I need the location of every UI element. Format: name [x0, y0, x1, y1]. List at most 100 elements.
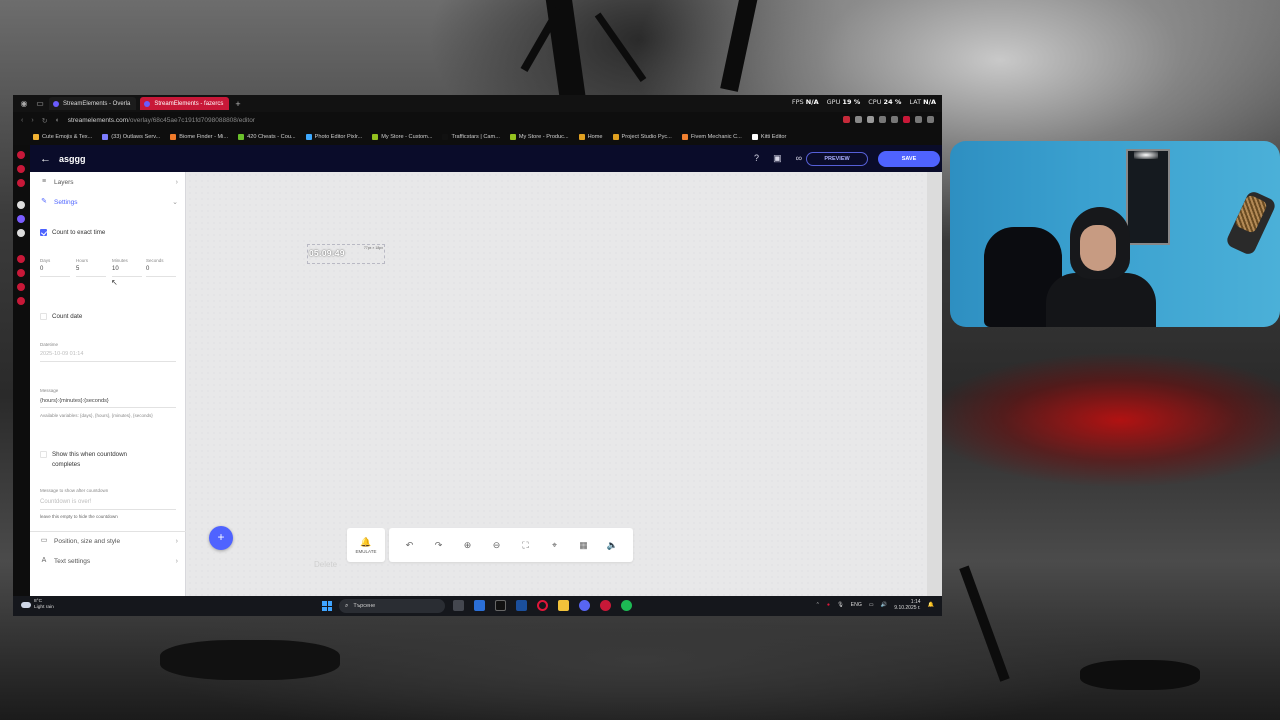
countdown-widget[interactable]: 05:09:49 77px × 18px	[307, 244, 385, 264]
browser-menu-icon[interactable]: ◉	[19, 99, 29, 109]
heart-icon[interactable]	[891, 116, 898, 123]
text-icon: A	[41, 557, 47, 564]
bookmark-item[interactable]: My Store - Produc...	[509, 134, 569, 140]
microphone-icon[interactable]: 🎙	[837, 602, 844, 608]
download-icon[interactable]	[915, 116, 922, 123]
text-settings-section[interactable]: A Text settings ›	[30, 551, 186, 571]
sidebar-app-icon[interactable]	[17, 215, 25, 223]
sidebar-app-icon[interactable]	[17, 165, 25, 173]
bookmark-item[interactable]: Home	[578, 134, 603, 140]
tab-streamelements-overlays[interactable]: StreamElements - Overla	[49, 97, 137, 110]
sidebar-app-icon[interactable]	[17, 283, 25, 291]
opera-gx-icon[interactable]	[537, 600, 548, 611]
bookmark-item[interactable]: (33) Outlaws Serv...	[102, 134, 160, 140]
count-exact-time-checkbox[interactable]: Count to exact time	[40, 229, 105, 236]
back-arrow-icon[interactable]: ‹	[21, 117, 23, 124]
reload-icon[interactable]: ↻	[42, 117, 48, 125]
redo-icon[interactable]: ↷	[428, 540, 449, 551]
text-settings-label: Text settings	[54, 557, 91, 565]
app-icon[interactable]	[495, 600, 506, 611]
windows-start-icon[interactable]	[322, 601, 332, 611]
sidebar-app-icon[interactable]	[17, 297, 25, 305]
grid-icon[interactable]: ▦	[573, 540, 594, 551]
app-icon[interactable]	[474, 600, 485, 611]
bookmark-item[interactable]: Cute Emojis & Tex...	[33, 134, 92, 140]
extension-icon[interactable]	[855, 116, 862, 123]
spotify-icon[interactable]	[621, 600, 632, 611]
add-widget-button[interactable]: +	[209, 526, 233, 550]
bookmark-item[interactable]: Photo Editor Pixlr...	[305, 134, 362, 140]
canvas-scrollbar[interactable]	[927, 172, 942, 596]
datetime-input[interactable]: 2025-10-09 01:14	[40, 351, 83, 357]
sidebar-app-icon[interactable]	[17, 201, 25, 209]
count-date-checkbox[interactable]: Count date	[40, 313, 82, 320]
back-arrow-icon[interactable]: ←	[40, 153, 51, 165]
message-after-countdown-input[interactable]: Countdown is over!	[40, 499, 91, 505]
play-icon[interactable]	[879, 116, 886, 123]
forward-arrow-icon[interactable]: ›	[31, 117, 33, 124]
tab-streamelements-editor[interactable]: StreamElements - fazercs	[140, 97, 230, 110]
emulate-button[interactable]: 🔔 EMULATE	[347, 528, 385, 562]
site-info-icon[interactable]: ◐	[56, 117, 60, 124]
url-field[interactable]: streamelements.com/overlay/68c45ae7c191f…	[68, 117, 255, 124]
menu-icon[interactable]	[927, 116, 934, 123]
zoom-in-icon[interactable]: ⊕	[457, 540, 478, 551]
bookmark-item[interactable]: Kitti Editor	[751, 134, 786, 140]
sidebar-app-icon[interactable]	[17, 151, 25, 159]
weather-widget[interactable]: 8°C Light rain	[21, 599, 54, 610]
hours-input[interactable]: 5	[76, 266, 79, 272]
taskbar-search[interactable]: ⌕ Търсене	[339, 599, 445, 613]
extension-icon[interactable]	[843, 116, 850, 123]
extension-icon[interactable]	[867, 116, 874, 123]
bookmark-item[interactable]: 420 Cheats - Cou...	[238, 134, 296, 140]
tray-app-icon[interactable]: ●	[827, 602, 830, 608]
new-tab-plus-icon[interactable]: +	[235, 99, 240, 109]
volume-icon[interactable]: 🔈	[602, 540, 623, 551]
clock[interactable]: 1:14 9.10.2025 г.	[894, 599, 920, 611]
sidebar-app-icon[interactable]	[17, 269, 25, 277]
notification-icon[interactable]: 🔔	[928, 602, 934, 608]
fit-screen-icon[interactable]: ⌖	[544, 540, 565, 551]
overlay-title[interactable]: asggg	[59, 154, 86, 164]
help-icon[interactable]: ?	[754, 153, 759, 163]
task-view-icon[interactable]	[453, 600, 464, 611]
checkbox-checked[interactable]	[40, 229, 47, 236]
save-button[interactable]: SAVE	[878, 151, 940, 167]
bookmark-item[interactable]: Fivem Mechanic C...	[681, 134, 742, 140]
network-icon[interactable]: ▭	[869, 602, 874, 608]
link-icon[interactable]: ∞	[796, 153, 802, 163]
vpn-icon[interactable]	[903, 116, 910, 123]
bookmark-item[interactable]: Trafficstars | Cam...	[442, 134, 500, 140]
checkbox-unchecked[interactable]	[40, 451, 47, 458]
fullscreen-icon[interactable]: ⛶	[515, 540, 536, 551]
undo-icon[interactable]: ↶	[399, 540, 420, 551]
seconds-input[interactable]: 0	[146, 266, 149, 272]
divider	[76, 276, 106, 277]
volume-icon[interactable]: 🔊	[881, 602, 887, 608]
zoom-out-icon[interactable]: ⊖	[486, 540, 507, 551]
language-indicator[interactable]: ENG	[851, 602, 862, 608]
message-input[interactable]: {hours}:{minutes}:{seconds}	[40, 398, 109, 404]
x-icon[interactable]	[17, 229, 25, 237]
days-input[interactable]: 0	[40, 266, 43, 272]
sidebar-app-icon[interactable]	[17, 179, 25, 187]
chevron-up-icon[interactable]: ⌃	[816, 602, 820, 608]
bookmark-item[interactable]: My Store - Custom...	[372, 134, 432, 140]
settings-section[interactable]: ✎ Settings ⌄	[30, 192, 186, 212]
minutes-input[interactable]: 10	[112, 266, 119, 272]
preview-button[interactable]: PREVIEW	[806, 152, 868, 166]
position-size-style-section[interactable]: ▭ Position, size and style ›	[30, 531, 186, 551]
show-when-complete-checkbox[interactable]: Show this when countdown completes	[40, 450, 152, 469]
app-icon[interactable]	[516, 600, 527, 611]
folder-icon[interactable]	[558, 600, 569, 611]
sidebar-app-icon[interactable]	[17, 255, 25, 263]
discord-icon[interactable]	[579, 600, 590, 611]
layers-section[interactable]: ≡ Layers ›	[30, 172, 186, 192]
bookmark-item[interactable]: Project Studio Рус...	[612, 134, 672, 140]
checkbox-unchecked[interactable]	[40, 313, 47, 320]
app-icon[interactable]	[600, 600, 611, 611]
bookmark-label: Project Studio Рус...	[621, 134, 672, 140]
bookmark-item[interactable]: Biome Finder - Mi...	[170, 134, 228, 140]
monitor-icon[interactable]: ▣	[773, 153, 782, 163]
tab-list-icon[interactable]: ▭	[35, 99, 45, 109]
